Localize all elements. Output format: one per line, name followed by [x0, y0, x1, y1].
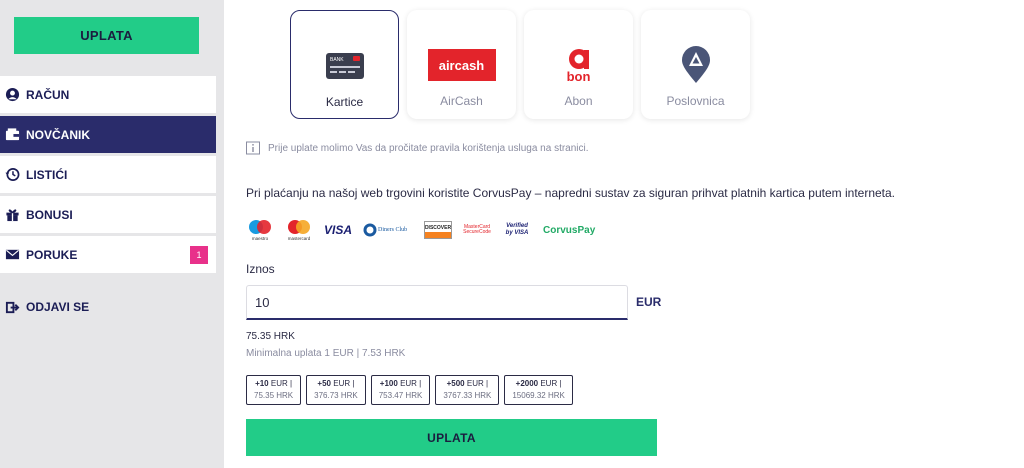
quick-amount-unit: EUR | — [400, 379, 422, 388]
abon-logo: bon — [566, 40, 592, 90]
method-label: Poslovnica — [666, 94, 725, 108]
quick-amount-eur: +500 — [446, 379, 465, 388]
method-label: Abon — [564, 94, 593, 108]
mastercard-text: mastercard — [288, 236, 311, 241]
quick-amount-hrk: 15069.32 HRK — [512, 391, 565, 400]
logout-icon — [4, 299, 20, 315]
mastercard-logo: mastercard — [285, 219, 313, 241]
logout-label: ODJAVI SE — [26, 300, 90, 314]
maestro-logo: maestro — [246, 219, 274, 241]
corvuspay-text: CorvusPay — [543, 224, 596, 236]
quick-amount-hrk: 753.47 HRK — [378, 391, 423, 400]
quick-amount-button[interactable]: +100 EUR | 753.47 HRK — [370, 375, 431, 405]
sidebar-item-wallet[interactable]: NOVČANIK — [0, 116, 216, 153]
quick-amount-button[interactable]: +2000 EUR | 15069.32 HRK — [504, 375, 573, 405]
securecode-text: MasterCard SecureCode — [463, 223, 491, 235]
quick-amount-eur: +100 — [379, 379, 398, 388]
intro-text-after: – napredni sustav za siguran prihvat pla… — [531, 186, 896, 200]
history-icon — [4, 167, 20, 183]
sidebar-item-account[interactable]: RAČUN — [0, 76, 216, 113]
logout-link[interactable]: ODJAVI SE — [0, 298, 89, 316]
quick-amount-unit: EUR | — [466, 379, 489, 388]
quick-amount-button[interactable]: +10 EUR | 75.35 HRK — [246, 375, 302, 405]
sidebar-item-label: LISTIĆI — [26, 167, 68, 182]
discover-text: DISCOVER — [425, 225, 452, 231]
terms-notice: Prije uplate molimo Vas da pročitate pra… — [246, 141, 589, 155]
quick-amount-unit: EUR | — [540, 379, 562, 388]
method-label: AirCash — [440, 94, 483, 108]
quick-amounts: +10 EUR | 75.35 HRK +50 EUR | 376.73 HRK… — [246, 375, 573, 405]
location-pin-icon — [681, 40, 711, 90]
quick-amount-eur: +10 — [255, 379, 269, 388]
bank-card-icon: BANK — [325, 41, 364, 91]
quick-amount-unit: EUR | — [333, 379, 355, 388]
sidebar-item-label: RAČUN — [26, 87, 70, 102]
quick-amount-hrk: 376.73 HRK — [314, 391, 358, 400]
corvuspay-intro: Pri plaćanju na našoj web trgovini koris… — [246, 186, 895, 200]
wallet-icon — [4, 127, 20, 143]
mail-icon — [4, 247, 20, 263]
unread-badge: 1 — [190, 246, 208, 264]
visa-text: VISA — [324, 223, 353, 237]
abon-logo-text: bon — [566, 68, 591, 84]
diners-text: Diners Club — [378, 227, 407, 233]
verified-by-visa-logo: Verified by VISA — [502, 219, 532, 241]
card-brand-logos: maestro mastercard VISA Diners Club DISC… — [246, 219, 595, 241]
discover-logo: DISCOVER — [424, 219, 453, 241]
mastercard-securecode-logo: MasterCard SecureCode — [463, 219, 491, 241]
sidebar-item-tickets[interactable]: LISTIĆI — [0, 156, 216, 193]
amount-input[interactable] — [246, 285, 628, 320]
user-icon — [4, 87, 20, 103]
quick-amount-hrk: 75.35 HRK — [254, 391, 294, 400]
minimum-deposit-text: Minimalna uplata 1 EUR | 7.53 HRK — [246, 348, 406, 359]
notice-text: Prije uplate molimo Vas da pročitate pra… — [268, 142, 589, 154]
sidebar-item-label: PORUKE — [26, 247, 78, 262]
intro-brand: CorvusPay — [472, 186, 532, 200]
quick-amount-button[interactable]: +50 EUR | 376.73 HRK — [306, 375, 366, 405]
sidebar-item-bonuses[interactable]: BONUSI — [0, 196, 216, 233]
aircash-logo-text: aircash — [427, 49, 496, 81]
card-logo-text: BANK — [330, 57, 344, 63]
visa-logo: VISA — [324, 219, 352, 241]
amount-label: Iznos — [246, 262, 275, 276]
sidebar-item-label: BONUSI — [26, 207, 73, 222]
method-cards[interactable]: BANK Kartice — [290, 10, 399, 119]
quick-amount-button[interactable]: +500 EUR | 3767.33 HRK — [435, 375, 500, 405]
maestro-text: maestro — [252, 236, 269, 241]
method-aircash[interactable]: aircash AirCash — [407, 10, 516, 119]
sidebar-deposit-button[interactable]: UPLATA — [14, 17, 199, 54]
method-branch[interactable]: Poslovnica — [641, 10, 750, 119]
quick-amount-eur: +2000 — [515, 379, 539, 388]
intro-text-before: Pri plaćanju na našoj web trgovini koris… — [246, 186, 473, 200]
sidebar-menu: RAČUN NOVČANIK LISTIĆI BONUSI PORUKE 1 — [0, 76, 216, 276]
method-abon[interactable]: bon Abon — [524, 10, 633, 119]
quick-amount-unit: EUR | — [270, 379, 293, 388]
corvuspay-logo: CorvusPay — [543, 219, 595, 241]
info-icon — [246, 141, 260, 155]
gift-icon — [4, 207, 20, 223]
currency-label: EUR — [636, 295, 662, 309]
verified-by-visa-text: Verified by VISA — [505, 223, 529, 236]
sidebar: UPLATA RAČUN NOVČANIK LISTIĆI BONUSI POR… — [0, 0, 224, 468]
aircash-logo: aircash — [427, 40, 496, 90]
converted-amount: 75.35 HRK — [246, 331, 295, 342]
sidebar-item-label: NOVČANIK — [26, 127, 91, 142]
quick-amount-hrk: 3767.33 HRK — [443, 391, 492, 400]
method-label: Kartice — [325, 95, 364, 109]
deposit-submit-button[interactable]: UPLATA — [246, 419, 657, 456]
diners-club-logo: Diners Club — [363, 219, 413, 241]
quick-amount-eur: +50 — [317, 379, 331, 388]
payment-methods: BANK Kartice aircash AirCash bon Abon Po… — [290, 10, 750, 119]
sidebar-item-messages[interactable]: PORUKE 1 — [0, 236, 216, 273]
